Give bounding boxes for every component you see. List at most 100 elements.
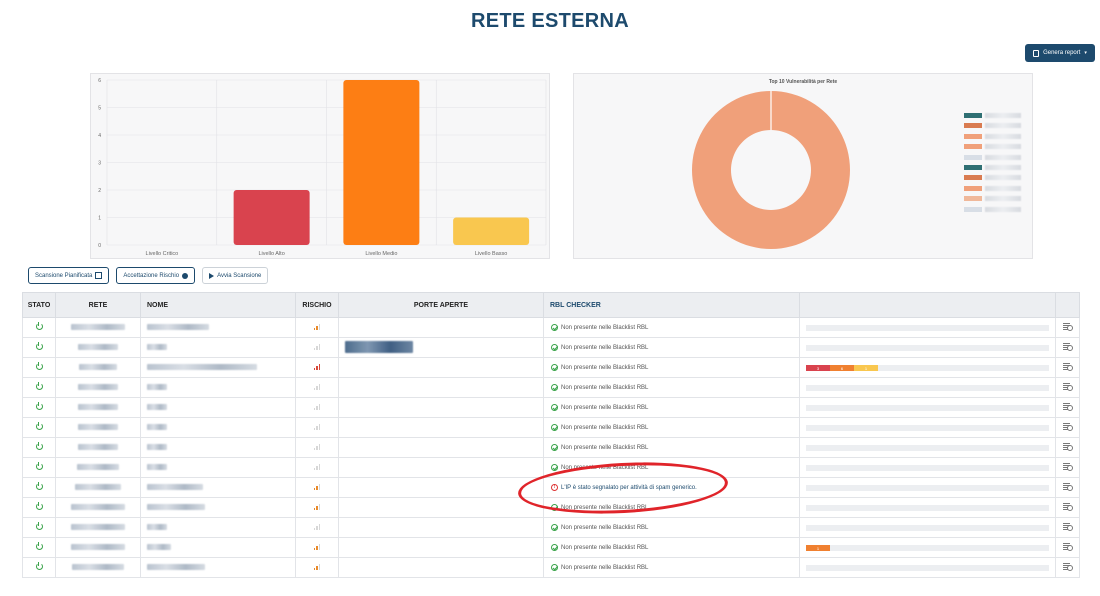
- network-cell: [55, 397, 141, 418]
- legend-item[interactable]: [964, 113, 1021, 118]
- vulnerability-bar-cell: [799, 397, 1056, 418]
- vulnerability-bar-cell: [799, 377, 1056, 398]
- redacted-network: [71, 323, 125, 330]
- legend-swatch: [964, 154, 982, 160]
- table-row[interactable]: Non presente nelle Blacklist RBL 3 6 1: [22, 357, 1080, 378]
- details-search-icon[interactable]: [1063, 422, 1073, 431]
- power-icon: [35, 361, 43, 370]
- legend-item[interactable]: [964, 175, 1021, 181]
- risk-acceptance-button[interactable]: Accettazione Rischio: [116, 267, 196, 284]
- top-vulnerabilities-donut-chart: Top 10 Vulnerabilità per Rete: [573, 73, 1033, 259]
- status-cell: [22, 377, 56, 398]
- risk-signal-icon: [313, 403, 321, 410]
- table-row[interactable]: Non presente nelle Blacklist RBL: [22, 497, 1080, 518]
- table-row[interactable]: Non presente nelle Blacklist RBL: [22, 377, 1080, 398]
- header-nome[interactable]: NOME: [140, 292, 296, 318]
- network-cell: [55, 417, 141, 438]
- header-rete[interactable]: RETE: [55, 292, 141, 318]
- risk-signal-icon: [313, 523, 321, 530]
- name-cell: [140, 397, 296, 418]
- details-search-icon[interactable]: [1063, 502, 1073, 511]
- redacted-name: [147, 323, 209, 330]
- table-row[interactable]: Non presente nelle Blacklist RBL: [22, 437, 1080, 458]
- check-circle-icon: [551, 403, 558, 411]
- generate-report-button[interactable]: Genera report ▾: [1025, 44, 1095, 62]
- redacted-name: [147, 443, 167, 450]
- rbl-checker-cell: Non presente nelle Blacklist RBL: [543, 517, 800, 538]
- details-search-icon[interactable]: [1063, 362, 1073, 371]
- risk-cell: [295, 437, 339, 458]
- start-scan-button[interactable]: Avvia Scansione: [202, 267, 269, 284]
- details-search-icon[interactable]: [1063, 342, 1073, 351]
- table-row[interactable]: Non presente nelle Blacklist RBL: [22, 457, 1080, 478]
- header-stato[interactable]: STATO: [22, 292, 56, 318]
- table-row[interactable]: Non presente nelle Blacklist RBL: [22, 337, 1080, 358]
- bar-2[interactable]: [343, 80, 420, 245]
- rbl-status-text: Non presente nelle Blacklist RBL: [561, 445, 649, 452]
- name-cell: [140, 337, 296, 358]
- name-cell: [140, 477, 296, 498]
- legend-swatch: [964, 133, 982, 139]
- table-row[interactable]: Non presente nelle Blacklist RBL 1: [22, 537, 1080, 558]
- open-ports-cell: [338, 557, 544, 578]
- legend-item[interactable]: [964, 165, 1021, 170]
- legend-swatch: [964, 175, 982, 181]
- details-search-icon[interactable]: [1063, 382, 1073, 391]
- table-row[interactable]: Non presente nelle Blacklist RBL: [22, 417, 1080, 438]
- legend-item[interactable]: [964, 154, 1021, 160]
- table-row[interactable]: Non presente nelle Blacklist RBL: [22, 397, 1080, 418]
- header-porte-aperte[interactable]: PORTE APERTE: [338, 292, 544, 318]
- action-cell: [1055, 517, 1080, 538]
- legend-item[interactable]: [964, 196, 1021, 202]
- details-search-icon[interactable]: [1063, 542, 1073, 551]
- name-cell: [140, 457, 296, 478]
- action-cell: [1055, 437, 1080, 458]
- header-rbl-checker[interactable]: RBL CHECKER: [543, 292, 800, 318]
- header-actions: [1055, 292, 1080, 318]
- redacted-legend-label: [985, 175, 1021, 181]
- table-row[interactable]: ! L'IP è stato segnalato per attività di …: [22, 477, 1080, 498]
- table-header-row: STATO RETE NOME RISCHIO PORTE APERTE RBL…: [22, 292, 1080, 318]
- redacted-network: [78, 423, 118, 430]
- open-ports-cell: [338, 357, 544, 378]
- table-row[interactable]: Non presente nelle Blacklist RBL: [22, 517, 1080, 538]
- details-search-icon[interactable]: [1063, 402, 1073, 411]
- vulnerability-progress-bar: [806, 345, 1049, 351]
- header-rischio[interactable]: RISCHIO: [295, 292, 339, 318]
- legend-item[interactable]: [964, 123, 1021, 129]
- table-row[interactable]: Non presente nelle Blacklist RBL: [22, 557, 1080, 578]
- details-search-icon[interactable]: [1063, 322, 1073, 331]
- power-icon: [35, 341, 43, 350]
- rbl-checker-cell: Non presente nelle Blacklist RBL: [543, 337, 800, 358]
- redacted-network: [78, 403, 118, 410]
- bar-3[interactable]: [453, 217, 530, 246]
- bar-1[interactable]: [233, 190, 310, 245]
- rbl-status-text: Non presente nelle Blacklist RBL: [561, 345, 649, 352]
- legend-item[interactable]: [964, 133, 1021, 139]
- legend-item[interactable]: [964, 144, 1021, 150]
- vulnerability-progress-bar: [806, 485, 1049, 491]
- scheduled-scan-button[interactable]: Scansione Pianificata: [28, 267, 110, 284]
- redacted-name: [147, 563, 205, 570]
- details-search-icon[interactable]: [1063, 482, 1073, 491]
- details-search-icon[interactable]: [1063, 462, 1073, 471]
- power-icon: [35, 541, 43, 550]
- redacted-name: [147, 343, 167, 350]
- power-icon: [35, 461, 43, 470]
- vulnerability-bar-cell: [799, 497, 1056, 518]
- legend-item[interactable]: [964, 206, 1021, 212]
- details-search-icon[interactable]: [1063, 562, 1073, 571]
- details-search-icon[interactable]: [1063, 442, 1073, 451]
- vulnerability-segment: 3: [806, 365, 830, 371]
- vulnerability-progress-bar: [806, 565, 1049, 571]
- legend-item[interactable]: [964, 185, 1021, 191]
- network-cell: [55, 317, 141, 338]
- networks-table: STATO RETE NOME RISCHIO PORTE APERTE RBL…: [22, 292, 1080, 578]
- vulnerability-progress-bar: 361: [806, 365, 1049, 371]
- vulnerability-bar-cell: [799, 557, 1056, 578]
- legend-swatch: [964, 113, 982, 118]
- details-search-icon[interactable]: [1063, 522, 1073, 531]
- vulnerability-progress-bar: [806, 445, 1049, 451]
- table-row[interactable]: Non presente nelle Blacklist RBL: [22, 317, 1080, 338]
- redacted-legend-label: [985, 196, 1021, 202]
